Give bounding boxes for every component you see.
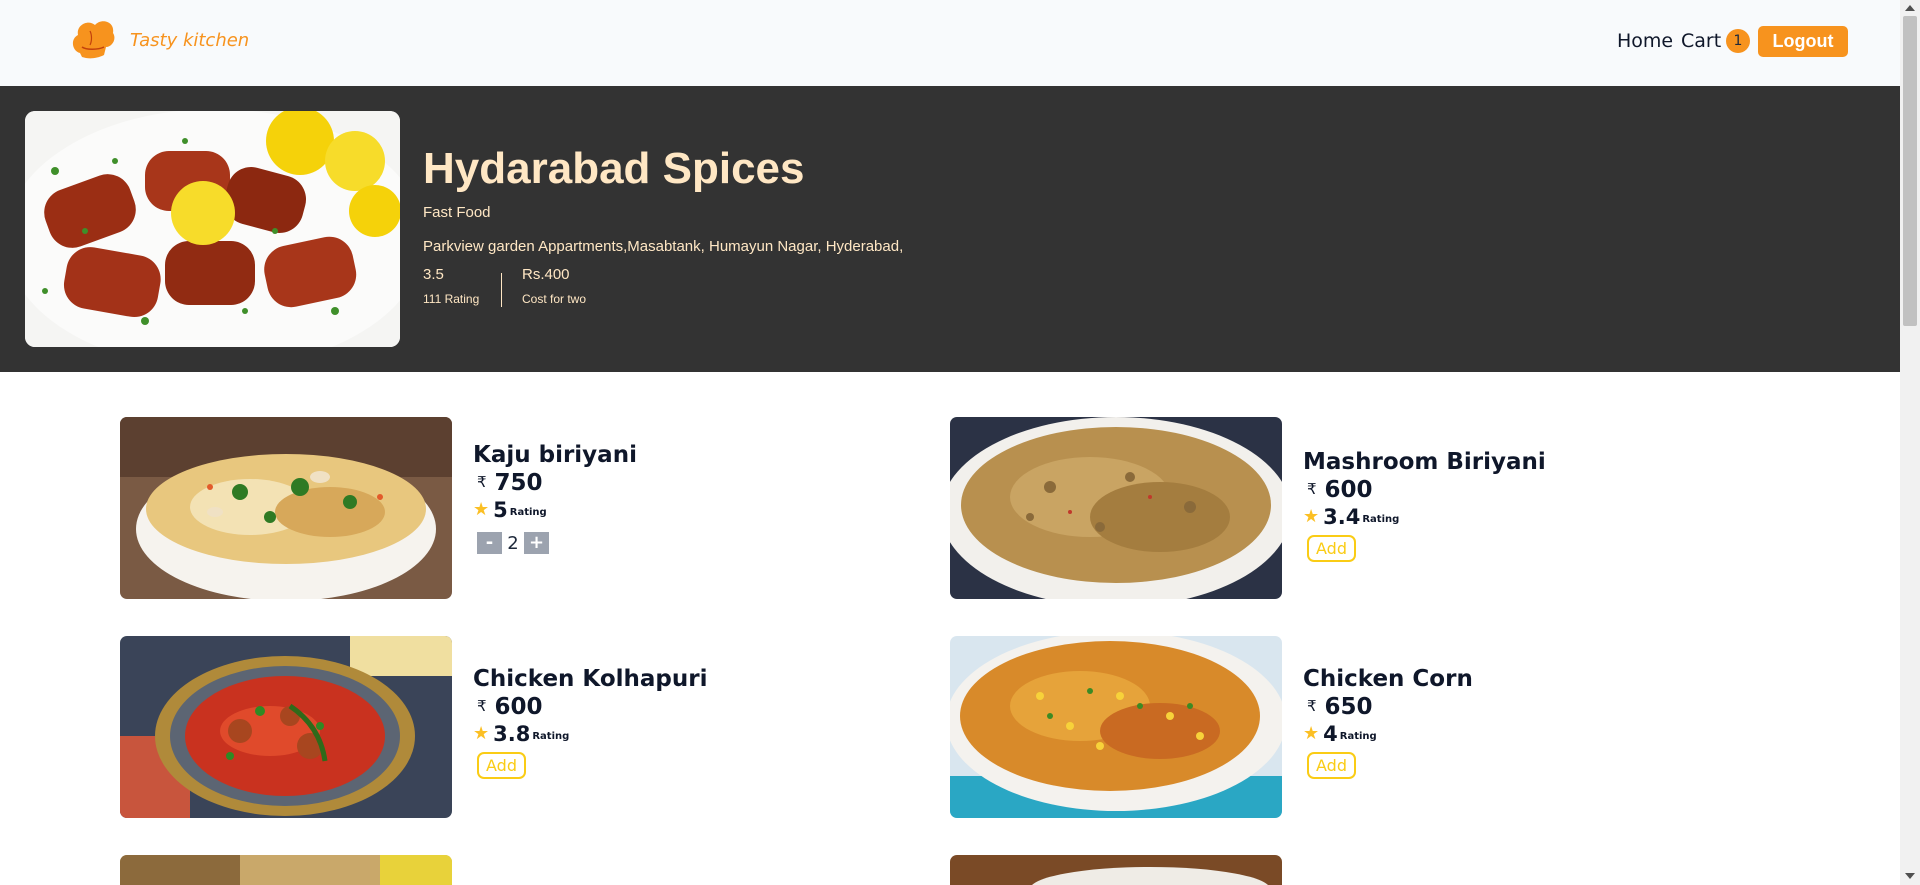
divider	[501, 273, 502, 307]
rupee-icon: ₹	[477, 473, 487, 491]
food-rating-value: 3.8	[493, 722, 531, 746]
cart-count-badge: 1	[1726, 29, 1750, 53]
food-price-value: 650	[1324, 694, 1373, 720]
food-rating-label: Rating	[1339, 731, 1377, 742]
navbar: Tasty kitchen Home Cart 1 Logout	[0, 0, 1900, 86]
food-rating-label: Rating	[532, 731, 570, 742]
food-price: ₹750	[473, 470, 637, 496]
scroll-down-arrow-icon[interactable]	[1905, 873, 1915, 879]
restaurant-cuisine: Fast Food	[423, 204, 491, 221]
add-button[interactable]: Add	[477, 752, 526, 779]
rupee-icon: ₹	[477, 697, 487, 715]
decrease-quantity-button[interactable]: -	[477, 532, 502, 554]
restaurant-address: Parkview garden Appartments,Masabtank, H…	[423, 238, 904, 255]
nav-cart-link[interactable]: Cart	[1681, 30, 1721, 52]
food-rating-label: Rating	[509, 507, 547, 518]
food-name: Mashroom Biriyani	[1303, 449, 1546, 475]
food-rating-label: Rating	[1362, 514, 1400, 525]
restaurant-image	[25, 111, 400, 347]
add-button[interactable]: Add	[1307, 752, 1356, 779]
food-name: Kaju biriyani	[473, 442, 637, 468]
food-info: Chicken Kolhapuri ₹600 ★ 3.8 Rating Add	[473, 666, 708, 779]
restaurant-cost-value: Rs.400	[522, 266, 570, 283]
restaurant-rating-value: 3.5	[423, 266, 444, 283]
nav-home-link[interactable]: Home	[1617, 30, 1673, 52]
quantity-stepper: - 2 +	[477, 532, 637, 554]
food-rating: ★ 5 Rating	[473, 498, 637, 522]
restaurant-banner: Hydarabad Spices Fast Food Parkview gard…	[0, 86, 1900, 372]
scrollbar-thumb[interactable]	[1903, 16, 1917, 326]
increase-quantity-button[interactable]: +	[524, 532, 549, 554]
food-info: Kaju biriyani ₹750 ★ 5 Rating - 2 +	[473, 442, 637, 554]
quantity-value: 2	[507, 532, 519, 554]
restaurant-name: Hydarabad Spices	[423, 144, 805, 193]
food-item: Mashroom Biriyani ₹600 ★ 3.4 Rating Add	[950, 417, 1670, 599]
food-image-partial	[120, 855, 452, 885]
food-image	[950, 417, 1282, 599]
food-price-value: 750	[494, 470, 543, 496]
food-info: Chicken Corn ₹650 ★ 4 Rating Add	[1303, 666, 1473, 779]
food-rating-value: 4	[1323, 722, 1338, 746]
rupee-icon: ₹	[1307, 480, 1317, 498]
brand-name[interactable]: Tasty kitchen	[130, 30, 249, 51]
food-item: Chicken Kolhapuri ₹600 ★ 3.8 Rating Add	[120, 636, 840, 818]
food-rating: ★ 3.8 Rating	[473, 722, 708, 746]
star-icon: ★	[1303, 506, 1320, 527]
star-icon: ★	[473, 499, 490, 520]
rupee-icon: ₹	[1307, 697, 1317, 715]
scroll-up-arrow-icon[interactable]	[1905, 5, 1915, 11]
food-rating: ★ 3.4 Rating	[1303, 505, 1546, 529]
food-rating: ★ 4 Rating	[1303, 722, 1473, 746]
restaurant-rating-count: 111 Rating	[423, 292, 480, 306]
food-price: ₹650	[1303, 694, 1473, 720]
food-rating-value: 3.4	[1323, 505, 1361, 529]
food-item: Kaju biriyani ₹750 ★ 5 Rating - 2 +	[120, 417, 840, 599]
food-price: ₹600	[1303, 477, 1546, 503]
restaurant-cost-label: Cost for two	[522, 292, 587, 306]
food-name: Chicken Corn	[1303, 666, 1473, 692]
food-image	[120, 417, 452, 599]
add-button[interactable]: Add	[1307, 535, 1356, 562]
food-price-value: 600	[1324, 477, 1373, 503]
chef-hat-logo-icon[interactable]	[70, 17, 116, 59]
food-rating-value: 5	[493, 498, 508, 522]
food-price: ₹600	[473, 694, 708, 720]
star-icon: ★	[1303, 723, 1320, 744]
star-icon: ★	[473, 723, 490, 744]
food-price-value: 600	[494, 694, 543, 720]
food-image	[950, 636, 1282, 818]
logout-button[interactable]: Logout	[1758, 26, 1848, 57]
food-name: Chicken Kolhapuri	[473, 666, 708, 692]
food-image-partial	[950, 855, 1282, 885]
food-image	[120, 636, 452, 818]
food-item: Chicken Corn ₹650 ★ 4 Rating Add	[950, 636, 1670, 818]
food-info: Mashroom Biriyani ₹600 ★ 3.4 Rating Add	[1303, 449, 1546, 562]
